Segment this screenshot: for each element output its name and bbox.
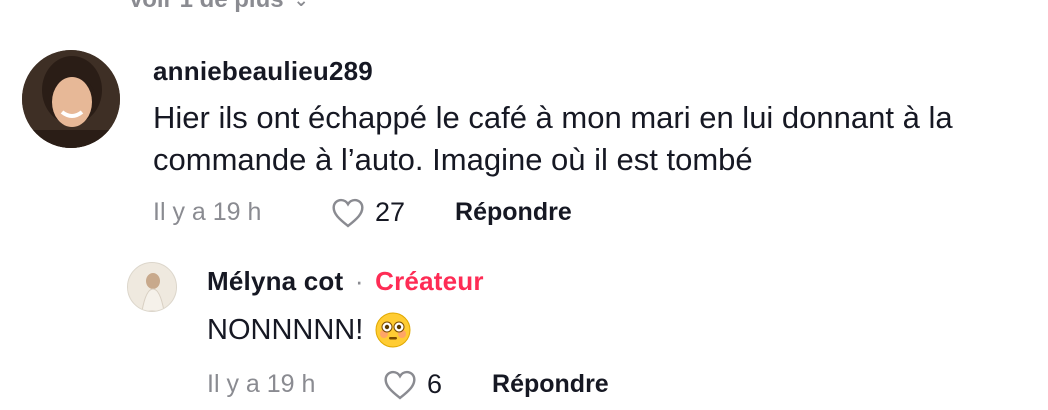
avatar-image xyxy=(22,50,120,148)
heart-icon xyxy=(332,198,364,228)
avatar[interactable] xyxy=(22,50,120,148)
see-more-label: Voir 1 de plus xyxy=(128,0,284,14)
like-button[interactable]: 6 xyxy=(383,369,442,400)
reply-username[interactable]: Mélyna cot xyxy=(207,266,343,296)
separator: · xyxy=(354,266,364,296)
avatar-image xyxy=(128,263,176,311)
comment-meta: Il y a 19 h 27 Répondre xyxy=(153,197,1013,228)
chevron-down-icon: ⌄ xyxy=(294,0,309,11)
reply-button[interactable]: Répondre xyxy=(455,198,572,227)
creator-badge: Créateur xyxy=(375,266,484,296)
comment-time: Il y a 19 h xyxy=(153,198,262,226)
like-count: 27 xyxy=(375,197,406,227)
like-count: 6 xyxy=(427,369,443,399)
heart-icon xyxy=(384,370,416,400)
see-more-replies[interactable]: Voir 1 de plus ⌄ xyxy=(128,0,309,14)
comment-text: Hier ils ont échappé le café à mon mari … xyxy=(153,100,953,177)
reply-time: Il y a 19 h xyxy=(207,370,316,398)
flushed-face-emoji-icon xyxy=(375,312,411,348)
comment-username[interactable]: anniebeaulieu289 xyxy=(153,56,1013,87)
reply-button[interactable]: Répondre xyxy=(492,370,609,399)
reply-text-line: NONNNNN! xyxy=(207,311,1007,349)
like-button[interactable]: 27 xyxy=(331,197,405,228)
reply-meta: Il y a 19 h 6 Répondre xyxy=(207,369,1007,400)
avatar[interactable] xyxy=(127,262,177,312)
reply-username-line: Mélyna cot · Créateur xyxy=(207,266,1007,297)
reply-text: NONNNNN! xyxy=(207,314,364,346)
